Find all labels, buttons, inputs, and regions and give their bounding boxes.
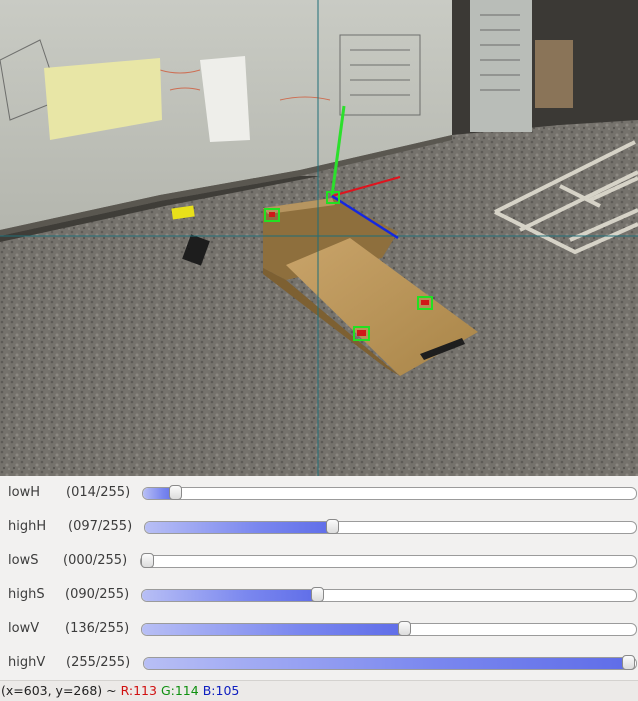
slider-track[interactable] — [141, 621, 637, 636]
trackbar-highS: highS (090/255) — [0, 578, 638, 612]
camera-frame — [0, 0, 638, 476]
trackbar-value: (255/255) — [66, 655, 131, 670]
status-bar: (x=603, y=268) ~ R:113 G:114 B:105 — [0, 680, 638, 701]
trackbar-value: (136/255) — [65, 621, 130, 636]
trackbar-value: (097/255) — [68, 519, 133, 534]
trackbar-highH: highH (097/255) — [0, 510, 638, 544]
trackbar-label: lowH — [8, 485, 40, 500]
slider-handle[interactable] — [141, 553, 154, 568]
cursor-coordinates: (x=603, y=268) ~ — [1, 683, 117, 698]
slider-handle[interactable] — [622, 655, 635, 670]
trackbar-value: (000/255) — [63, 553, 128, 568]
slider-track[interactable] — [142, 485, 637, 500]
pixel-red-value: R:113 — [120, 683, 157, 698]
slider-handle[interactable] — [326, 519, 340, 534]
pixel-green-value: G:114 — [160, 683, 199, 698]
pixel-blue-value: B:105 — [202, 683, 240, 698]
slider-handle[interactable] — [169, 485, 183, 500]
trackbar-label: highH — [8, 519, 47, 534]
trackbar-value: (014/255) — [66, 485, 131, 500]
trackbar-value: (090/255) — [65, 587, 130, 602]
trackbar-lowH: lowH (014/255) — [0, 476, 638, 510]
slider-track[interactable] — [143, 655, 637, 670]
trackbar-lowV: lowV (136/255) — [0, 612, 638, 646]
slider-handle[interactable] — [398, 621, 411, 636]
slider-track[interactable] — [140, 553, 637, 568]
trackbar-highV: highV (255/255) — [0, 646, 638, 680]
trackbar-panel: lowH (014/255) highH (097/255) lowS (000… — [0, 476, 638, 680]
slider-fill — [142, 590, 319, 601]
trackbar-label: highV — [8, 655, 46, 670]
trackbar-label: lowS — [8, 553, 39, 568]
slider-fill — [144, 658, 629, 669]
slider-fill — [142, 624, 405, 635]
slider-track[interactable] — [144, 519, 637, 534]
trackbar-lowS: lowS (000/255) — [0, 544, 638, 578]
slider-handle[interactable] — [311, 587, 325, 602]
trackbar-label: lowV — [8, 621, 40, 636]
trackbar-label: highS — [8, 587, 45, 602]
slider-track[interactable] — [141, 587, 637, 602]
slider-fill — [145, 522, 334, 533]
camera-view[interactable] — [0, 0, 638, 476]
